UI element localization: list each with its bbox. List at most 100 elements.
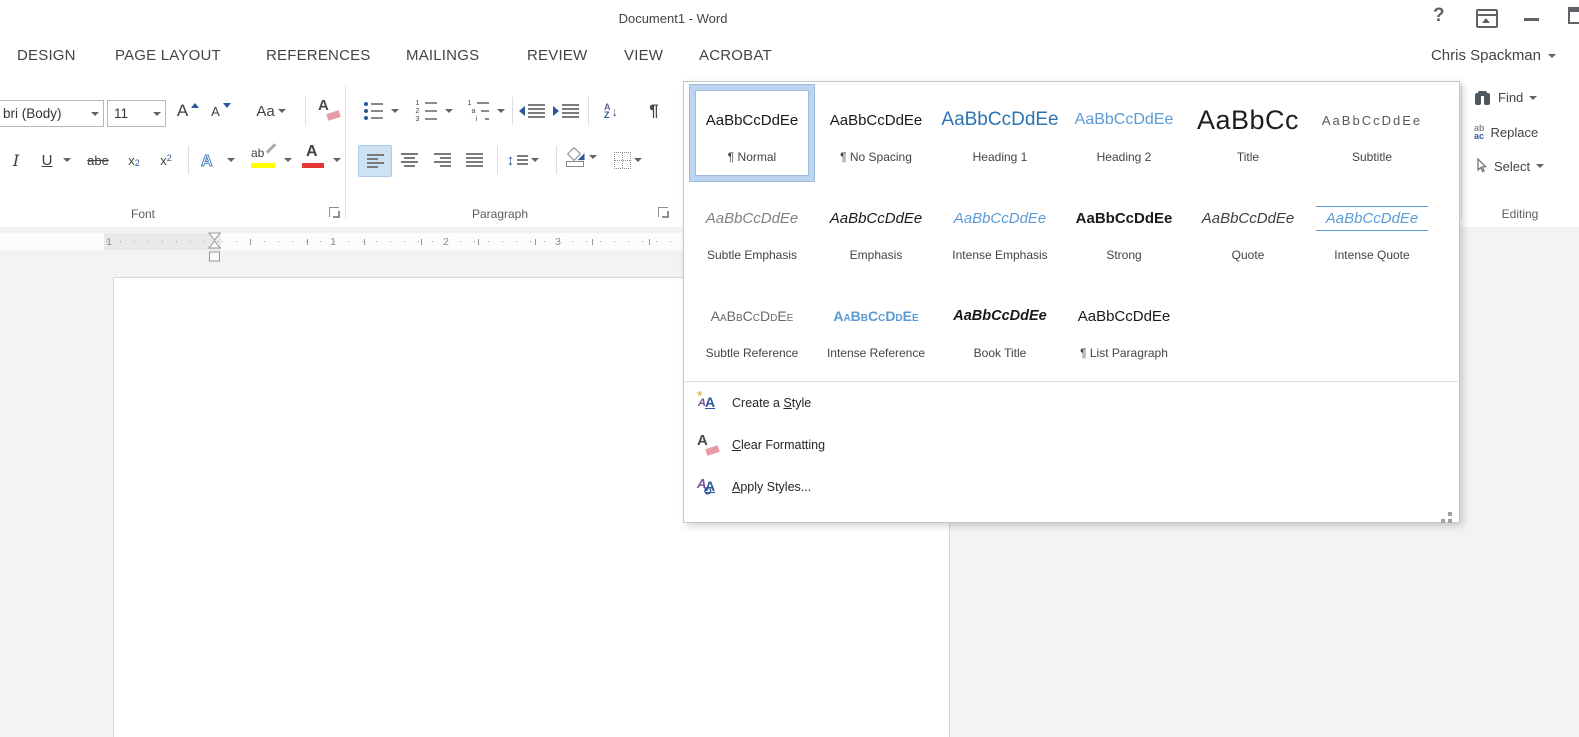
find-button[interactable]: Find <box>1474 90 1538 105</box>
borders-grid-icon <box>614 151 631 169</box>
style-normal[interactable]: AaBbCcDdEe ¶ Normal <box>690 85 814 181</box>
font-size-combobox[interactable]: 11 <box>107 100 166 127</box>
underline-dropdown[interactable] <box>60 145 74 175</box>
chevron-down-icon <box>63 158 71 162</box>
style-sample: AaBbCcDdEe <box>941 109 1059 130</box>
account-menu[interactable]: Chris Spackman <box>1431 47 1556 64</box>
font-dialog-launcher-icon[interactable] <box>329 207 340 218</box>
first-line-indent-marker[interactable] <box>207 232 222 241</box>
sort-button[interactable]: A Z ↓ <box>594 96 628 126</box>
indent-markers[interactable] <box>207 232 222 263</box>
style-no-spacing[interactable]: AaBbCcDdEe ¶ No Spacing <box>814 85 938 181</box>
shrink-font-button[interactable]: A <box>206 96 236 126</box>
chevron-down-icon <box>391 109 399 113</box>
select-button[interactable]: Select <box>1474 158 1545 174</box>
style-sample: AaBbCcDdEe <box>710 308 794 324</box>
tab-acrobat[interactable]: ACROBAT <box>699 47 772 64</box>
line-spacing-button[interactable]: ↕ <box>504 145 542 175</box>
chevron-down-icon <box>588 155 597 159</box>
style-quote[interactable]: AaBbCcDdEe Quote <box>1186 183 1310 279</box>
clear-formatting-menu-item[interactable]: A Clear Formatting <box>684 424 1459 466</box>
style-list-paragraph[interactable]: AaBbCcDdEe ¶ List Paragraph <box>1062 281 1186 377</box>
bullets-button[interactable] <box>358 96 388 126</box>
create-a-style-menu-item[interactable]: * A A Create a Style <box>684 382 1459 424</box>
ribbon-display-options-icon[interactable] <box>1476 9 1498 28</box>
tab-design[interactable]: DESIGN <box>17 47 76 64</box>
justify-button[interactable] <box>459 145 489 175</box>
numbering-button[interactable]: 1 2 3 <box>410 96 442 126</box>
align-left-button[interactable] <box>358 145 392 177</box>
italic-button[interactable]: I <box>4 145 28 175</box>
styles-gallery: AaBbCcDdEe ¶ Normal AaBbCcDdEe ¶ No Spac… <box>684 82 1459 379</box>
label-part: lear Formatting <box>741 438 826 452</box>
text-effects-dropdown[interactable] <box>224 145 238 175</box>
show-paragraph-marks-button[interactable]: ¶ <box>640 96 668 126</box>
strikethrough-button[interactable]: abe <box>80 145 116 175</box>
superscript-button[interactable]: x 2 <box>152 145 180 175</box>
text-effects-letter: A <box>201 153 213 170</box>
shading-button[interactable]: ◢ <box>562 142 598 172</box>
style-intense-reference[interactable]: AaBbCcDdEe Intense Reference <box>814 281 938 377</box>
clear-formatting-button[interactable]: A <box>312 94 344 124</box>
divider <box>188 146 189 174</box>
align-center-button[interactable] <box>394 145 424 175</box>
font-color-button[interactable]: A <box>298 142 328 172</box>
horizontal-ruler[interactable]: 1 1 2 3 <box>0 232 683 262</box>
style-emphasis[interactable]: AaBbCcDdEe Emphasis <box>814 183 938 279</box>
shrink-font-arrow-icon <box>222 102 231 108</box>
style-subtitle[interactable]: AaBbCcDdEe Subtitle <box>1310 85 1434 181</box>
replace-button[interactable]: ab ac Replace <box>1474 124 1538 141</box>
style-title[interactable]: AaBbCc Title <box>1186 85 1310 181</box>
group-divider <box>1461 86 1462 218</box>
tab-mailings[interactable]: MAILINGS <box>406 47 479 64</box>
style-label: Intense Quote <box>1334 248 1410 262</box>
borders-button[interactable] <box>610 145 646 175</box>
text-effects-button[interactable]: A <box>194 145 222 175</box>
style-sample: AaBbCcDdEe <box>1077 307 1171 325</box>
style-subtle-reference[interactable]: AaBbCcDdEe Subtle Reference <box>690 281 814 377</box>
underline-button[interactable]: U <box>34 145 60 175</box>
paragraph-dialog-launcher-icon[interactable] <box>658 207 669 218</box>
pilcrow-icon: ¶ <box>649 101 659 120</box>
multilevel-dropdown[interactable] <box>494 96 508 126</box>
tab-references[interactable]: REFERENCES <box>266 47 371 64</box>
ruler-half-ticks <box>222 239 680 245</box>
left-indent-marker[interactable] <box>209 251 220 262</box>
tab-view[interactable]: VIEW <box>624 47 663 64</box>
label-accel: C <box>732 438 742 452</box>
apply-styles-menu-item[interactable]: A A ↻ Apply Styles... <box>684 466 1459 508</box>
text-highlight-dropdown[interactable] <box>281 145 295 175</box>
change-case-button[interactable]: Aa <box>247 96 295 126</box>
font-color-dropdown[interactable] <box>330 145 344 175</box>
grow-font-button[interactable]: A <box>172 96 204 126</box>
style-intense-emphasis[interactable]: AaBbCcDdEe Intense Emphasis <box>938 183 1062 279</box>
tab-page-layout[interactable]: PAGE LAYOUT <box>115 47 221 64</box>
maximize-button[interactable] <box>1568 7 1579 24</box>
style-subtle-emphasis[interactable]: AaBbCcDdEe Subtle Emphasis <box>690 183 814 279</box>
tab-review[interactable]: REVIEW <box>527 47 587 64</box>
panel-resize-grip[interactable] <box>1448 512 1452 516</box>
help-icon[interactable]: ? <box>1433 5 1445 27</box>
bullets-dropdown[interactable] <box>388 96 402 126</box>
align-right-button[interactable] <box>427 145 457 175</box>
text-highlight-button[interactable]: ab <box>246 142 280 172</box>
chevron-down-icon <box>634 158 642 162</box>
hanging-indent-marker[interactable] <box>207 240 222 249</box>
style-heading-2[interactable]: AaBbCcDdEe Heading 2 <box>1062 85 1186 181</box>
chevron-down-icon <box>333 158 341 162</box>
style-book-title[interactable]: AaBbCcDdEe Book Title <box>938 281 1062 377</box>
subscript-button[interactable]: x 2 <box>120 145 148 175</box>
styles-gallery-panel: AaBbCcDdEe ¶ Normal AaBbCcDdEe ¶ No Spac… <box>683 81 1460 523</box>
subscript-icon: x 2 <box>128 153 140 168</box>
decrease-indent-button[interactable] <box>516 96 548 126</box>
multilevel-list-button[interactable]: 1 a i <box>462 96 494 126</box>
numbering-dropdown[interactable] <box>442 96 456 126</box>
label-accel: S <box>783 396 792 410</box>
minimize-button[interactable] <box>1524 18 1539 21</box>
font-name-combobox[interactable]: bri (Body) <box>0 100 104 127</box>
find-binoculars-icon <box>1474 90 1492 105</box>
style-strong[interactable]: AaBbCcDdEe Strong <box>1062 183 1186 279</box>
style-heading-1[interactable]: AaBbCcDdEe Heading 1 <box>938 85 1062 181</box>
increase-indent-button[interactable] <box>550 96 582 126</box>
style-intense-quote[interactable]: AaBbCcDdEe Intense Quote <box>1310 183 1434 279</box>
